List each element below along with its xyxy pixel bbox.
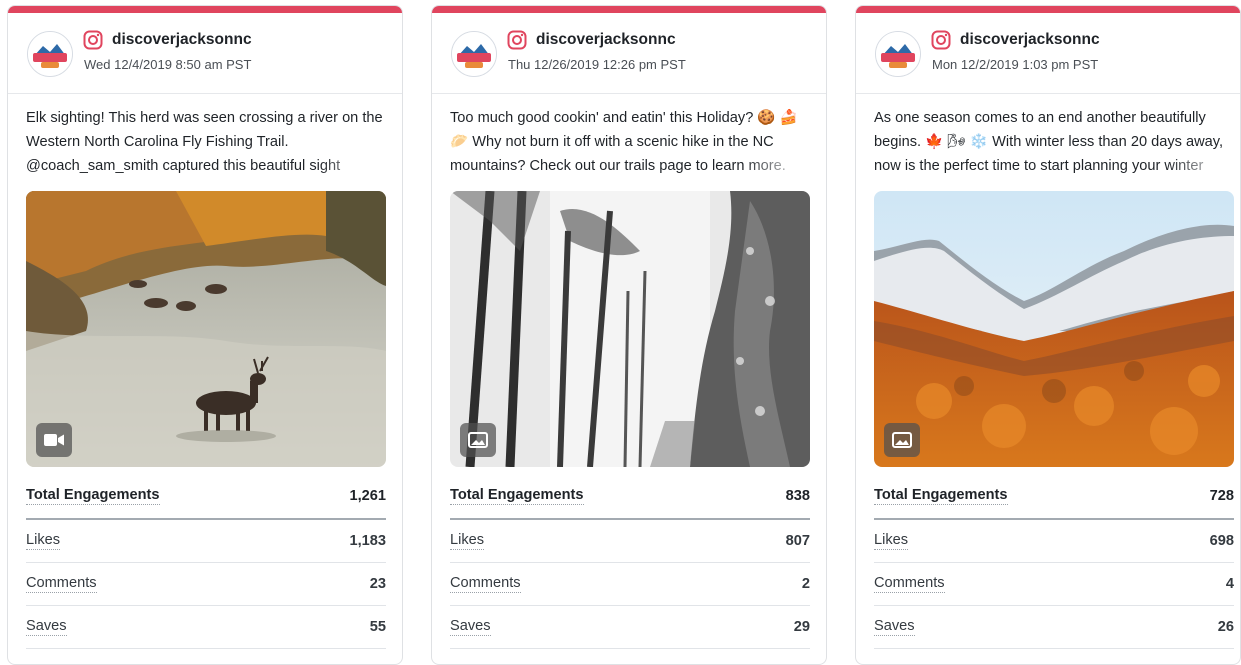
metric-saves: Saves 55 <box>26 606 386 649</box>
metric-label[interactable]: Likes <box>26 532 61 550</box>
metric-value: 55 <box>369 619 386 635</box>
post-media[interactable] <box>450 191 810 467</box>
metric-label[interactable]: Total Engagements <box>450 487 584 505</box>
post-timestamp: Mon 12/2/2019 1:03 pm PST <box>932 57 1099 72</box>
metric-label[interactable]: Total Engagements <box>26 487 160 505</box>
card-header: discoverjacksonnc Mon 12/2/2019 1:03 pm … <box>856 13 1240 94</box>
account-username[interactable]: discoverjacksonnc <box>960 31 1100 49</box>
metric-value: 728 <box>1209 488 1234 504</box>
metric-total-engagements: Total Engagements 728 <box>874 474 1234 520</box>
card-header: discoverjacksonnc Wed 12/4/2019 8:50 am … <box>8 13 402 94</box>
post-card[interactable]: discoverjacksonnc Wed 12/4/2019 8:50 am … <box>7 5 403 665</box>
post-timestamp: Thu 12/26/2019 12:26 pm PST <box>508 57 686 72</box>
card-header: discoverjacksonnc Thu 12/26/2019 12:26 p… <box>432 13 826 94</box>
snowy-forest-photo <box>450 191 810 467</box>
autumn-mountains-photo <box>874 191 1234 467</box>
avatar[interactable] <box>27 31 73 77</box>
media-type-badge <box>460 423 496 457</box>
engagement-metrics: Total Engagements 838 Likes 807 Comments… <box>450 474 810 649</box>
post-timestamp: Wed 12/4/2019 8:50 am PST <box>84 57 252 72</box>
account-username[interactable]: discoverjacksonnc <box>536 31 676 49</box>
card-accent-bar <box>432 6 826 13</box>
metric-label[interactable]: Comments <box>26 575 97 593</box>
instagram-icon <box>931 30 951 50</box>
engagement-metrics: Total Engagements 728 Likes 698 Comments… <box>874 474 1234 649</box>
post-caption: Elk sighting! This herd was seen crossin… <box>26 106 388 178</box>
metric-value: 29 <box>793 619 810 635</box>
metric-total-engagements: Total Engagements 1,261 <box>26 474 386 520</box>
metric-label[interactable]: Saves <box>26 618 67 636</box>
engagement-metrics: Total Engagements 1,261 Likes 1,183 Comm… <box>26 474 386 649</box>
post-media[interactable] <box>26 191 386 467</box>
metric-value: 838 <box>785 488 810 504</box>
metric-label[interactable]: Likes <box>450 532 485 550</box>
metric-comments: Comments 4 <box>874 563 1234 606</box>
caption-fade <box>1166 154 1236 178</box>
instagram-icon <box>83 30 103 50</box>
post-card[interactable]: discoverjacksonnc Mon 12/2/2019 1:03 pm … <box>855 5 1241 665</box>
metric-label[interactable]: Total Engagements <box>874 487 1008 505</box>
metric-saves: Saves 29 <box>450 606 810 649</box>
metric-likes: Likes 1,183 <box>26 520 386 563</box>
card-accent-bar <box>8 6 402 13</box>
metric-label[interactable]: Saves <box>450 618 491 636</box>
metric-total-engagements: Total Engagements 838 <box>450 474 810 520</box>
metric-value: 1,183 <box>349 533 386 549</box>
metric-comments: Comments 23 <box>26 563 386 606</box>
card-accent-bar <box>856 6 1240 13</box>
post-card[interactable]: discoverjacksonnc Thu 12/26/2019 12:26 p… <box>431 5 827 665</box>
caption-fade <box>318 154 388 178</box>
metric-label[interactable]: Likes <box>874 532 909 550</box>
metric-value: 1,261 <box>349 488 386 504</box>
metric-value: 2 <box>801 576 810 592</box>
metric-label[interactable]: Comments <box>874 575 945 593</box>
metric-value: 698 <box>1209 533 1234 549</box>
elk-river-photo <box>26 191 386 467</box>
caption-fade <box>742 154 812 178</box>
metric-value: 4 <box>1225 576 1234 592</box>
media-type-badge <box>36 423 72 457</box>
metric-label[interactable]: Comments <box>450 575 521 593</box>
image-icon <box>468 432 488 448</box>
post-media[interactable] <box>874 191 1234 467</box>
instagram-icon <box>507 30 527 50</box>
metric-value: 807 <box>785 533 810 549</box>
metric-likes: Likes 698 <box>874 520 1234 563</box>
metric-comments: Comments 2 <box>450 563 810 606</box>
video-camera-icon <box>44 434 64 446</box>
avatar[interactable] <box>875 31 921 77</box>
post-caption: Too much good cookin' and eatin' this Ho… <box>450 106 812 178</box>
post-caption: As one season comes to an end another be… <box>874 106 1236 178</box>
metric-likes: Likes 807 <box>450 520 810 563</box>
metric-value: 23 <box>369 576 386 592</box>
account-username[interactable]: discoverjacksonnc <box>112 31 252 49</box>
metric-saves: Saves 26 <box>874 606 1234 649</box>
avatar[interactable] <box>451 31 497 77</box>
media-type-badge <box>884 423 920 457</box>
image-icon <box>892 432 912 448</box>
metric-label[interactable]: Saves <box>874 618 915 636</box>
metric-value: 26 <box>1217 619 1234 635</box>
